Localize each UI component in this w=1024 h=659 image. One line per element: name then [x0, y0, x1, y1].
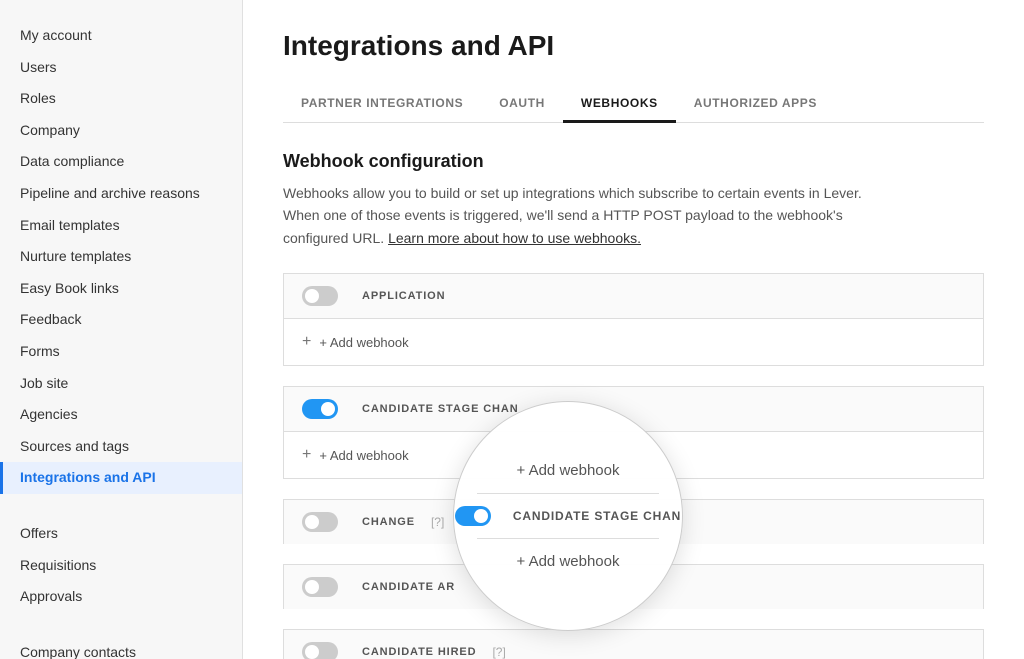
sidebar-item-data-compliance[interactable]: Data compliance: [0, 146, 242, 178]
tab-authorized-apps[interactable]: AUTHORIZED APPS: [676, 86, 835, 123]
sidebar-item-email-templates[interactable]: Email templates: [0, 210, 242, 242]
webhook-group-change: CHANGE [?]: [283, 499, 984, 544]
toggle-slider-candidate-hired: [302, 642, 338, 659]
sidebar-item-approvals[interactable]: Approvals: [0, 581, 242, 613]
toggle-candidate-ar[interactable]: [302, 577, 338, 597]
webhook-group-candidate-hired: CANDIDATE HIRED [?] + + Add webhook: [283, 629, 984, 659]
webhook-header-application: APPLICATION: [283, 273, 984, 318]
sidebar-item-forms[interactable]: Forms: [0, 336, 242, 368]
add-webhook-application[interactable]: + + Add webhook: [283, 318, 984, 366]
sidebar-item-job-site[interactable]: Job site: [0, 368, 242, 400]
sidebar-item-easy-book-links[interactable]: Easy Book links: [0, 273, 242, 305]
webhook-header-stage-change: CANDIDATE STAGE CHAN: [283, 386, 984, 431]
webhook-config-desc: Webhooks allow you to build or set up in…: [283, 182, 883, 249]
tab-webhooks[interactable]: WEBHOOKS: [563, 86, 676, 123]
webhook-group-application: APPLICATION + + Add webhook: [283, 273, 984, 366]
webhook-label-application: APPLICATION: [362, 290, 445, 302]
sidebar-item-integrations-api[interactable]: Integrations and API: [0, 462, 242, 494]
webhook-label-change: CHANGE: [362, 516, 415, 528]
question-mark-change: [?]: [431, 515, 444, 529]
webhook-label-candidate-hired: CANDIDATE HIRED: [362, 646, 476, 658]
add-icon-stage-change: +: [302, 446, 311, 464]
toggle-slider-stage-change: [302, 399, 338, 419]
webhook-header-candidate-ar: CANDIDATE AR: [283, 564, 984, 609]
add-webhook-stage-change[interactable]: + + Add webhook: [283, 431, 984, 479]
webhook-header-change: CHANGE [?]: [283, 499, 984, 544]
toggle-candidate-hired[interactable]: [302, 642, 338, 659]
toggle-application[interactable]: [302, 286, 338, 306]
sidebar-item-pipeline-archive[interactable]: Pipeline and archive reasons: [0, 178, 242, 210]
add-icon-application: +: [302, 333, 311, 351]
webhook-learn-more-link[interactable]: Learn more about how to use webhooks.: [388, 230, 641, 246]
sidebar-item-nurture-templates[interactable]: Nurture templates: [0, 241, 242, 273]
toggle-slider-application: [302, 286, 338, 306]
main-content: Integrations and API PARTNER INTEGRATION…: [243, 0, 1024, 659]
sidebar-item-company-contacts[interactable]: Company contacts: [0, 637, 242, 659]
sidebar-item-feedback[interactable]: Feedback: [0, 304, 242, 336]
sidebar-item-users[interactable]: Users: [0, 52, 242, 84]
sidebar-section-offers: Offers Requisitions Approvals: [0, 518, 242, 613]
toggle-change[interactable]: [302, 512, 338, 532]
tabs-bar: PARTNER INTEGRATIONS OAUTH WEBHOOKS AUTH…: [283, 86, 984, 123]
sidebar-section-main: My account Users Roles Company Data comp…: [0, 20, 242, 494]
page-title: Integrations and API: [283, 30, 984, 62]
add-webhook-stage-change-label: + Add webhook: [319, 448, 408, 463]
webhook-config: Webhook configuration Webhooks allow you…: [283, 151, 984, 659]
toggle-slider-change: [302, 512, 338, 532]
sidebar-item-requisitions[interactable]: Requisitions: [0, 550, 242, 582]
toggle-slider-candidate-ar: [302, 577, 338, 597]
sidebar: My account Users Roles Company Data comp…: [0, 0, 243, 659]
sidebar-item-roles[interactable]: Roles: [0, 83, 242, 115]
toggle-stage-change[interactable]: [302, 399, 338, 419]
sidebar-item-company[interactable]: Company: [0, 115, 242, 147]
webhook-label-stage-change: CANDIDATE STAGE CHAN: [362, 403, 519, 415]
webhook-config-title: Webhook configuration: [283, 151, 984, 172]
webhook-group-stage-change: CANDIDATE STAGE CHAN + + Add webhook: [283, 386, 984, 479]
sidebar-item-offers[interactable]: Offers: [0, 518, 242, 550]
webhook-header-candidate-hired: CANDIDATE HIRED [?]: [283, 629, 984, 659]
tab-oauth[interactable]: OAUTH: [481, 86, 563, 123]
webhook-group-candidate-ar: CANDIDATE AR: [283, 564, 984, 609]
sidebar-section-contacts: Company contacts Candidate import histor…: [0, 637, 242, 659]
add-webhook-application-label: + Add webhook: [319, 335, 408, 350]
webhook-label-candidate-ar: CANDIDATE AR: [362, 581, 455, 593]
magnify-divider-1: [477, 493, 659, 494]
question-mark-hired: [?]: [492, 645, 505, 659]
sidebar-item-agencies[interactable]: Agencies: [0, 399, 242, 431]
tab-partner-integrations[interactable]: PARTNER INTEGRATIONS: [283, 86, 481, 123]
sidebar-item-my-account[interactable]: My account: [0, 20, 242, 52]
sidebar-item-sources-tags[interactable]: Sources and tags: [0, 431, 242, 463]
